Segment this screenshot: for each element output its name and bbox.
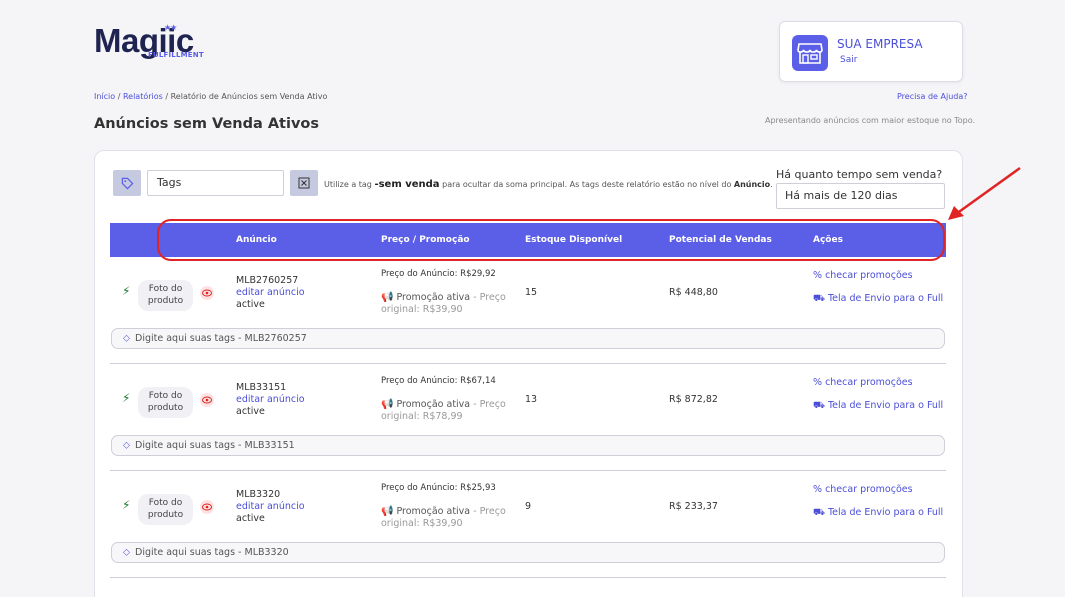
listing-status: active xyxy=(236,406,265,417)
highlight-annotation xyxy=(157,219,945,261)
tag-icon xyxy=(121,177,133,189)
breadcrumb-current: Relatório de Anúncios sem Venda Ativo xyxy=(170,92,328,101)
listing-sku: MLB2760257 xyxy=(236,275,299,286)
listing-tags-input[interactable]: ⬦ Digite aqui suas tags - MLB2760257 xyxy=(111,328,945,349)
edit-listing-link[interactable]: editar anúncio xyxy=(236,287,305,298)
tag-icon: ⬦ xyxy=(123,333,130,344)
company-name: SUA EMPRESA xyxy=(837,37,923,51)
megaphone-icon: 📢 xyxy=(381,506,394,517)
page-title: Anúncios sem Venda Ativos xyxy=(94,116,319,132)
promo-label: Promoção ativa xyxy=(396,399,471,410)
potential-value: R$ 233,37 xyxy=(669,501,718,512)
eye-icon[interactable] xyxy=(200,393,214,407)
percent-icon: % xyxy=(813,484,823,495)
listing-tags-input[interactable]: ⬦ Digite aqui suas tags - MLB3320 xyxy=(111,542,945,563)
tag-filter-button[interactable] xyxy=(113,170,141,196)
promo-info: 📢 Promoção ativa - Preço original: R$78,… xyxy=(381,399,511,423)
truck-icon: ⛟ xyxy=(813,400,825,411)
listing-price: Preço do Anúncio: R$29,92 xyxy=(381,269,496,279)
tag-hint: Utilize a tag -sem venda para ocultar da… xyxy=(324,179,773,190)
store-icon xyxy=(792,35,828,71)
potential-value: R$ 448,80 xyxy=(669,287,718,298)
listing-tags-input[interactable]: ⬦ Digite aqui suas tags - MLB33151 xyxy=(111,435,945,456)
truck-icon: ⛟ xyxy=(813,293,825,304)
bolt-icon: ⚡ xyxy=(122,284,131,298)
promo-label: Promoção ativa xyxy=(396,506,471,517)
page-subtitle: Apresentando anúncios com maior estoque … xyxy=(765,116,976,125)
potential-value: R$ 872,82 xyxy=(669,394,718,405)
row-divider xyxy=(110,577,946,578)
breadcrumb-reports[interactable]: Relatórios xyxy=(123,92,163,101)
breadcrumb-home[interactable]: Início xyxy=(94,92,115,101)
listing-status: active xyxy=(236,299,265,310)
time-filter-select[interactable]: Há mais de 120 dias xyxy=(776,183,945,209)
table-row: ⚡ Foto do produto MLB2760257 editar anún… xyxy=(110,257,946,364)
truck-icon: ⛟ xyxy=(813,507,825,518)
logout-link[interactable]: Sair xyxy=(840,55,857,65)
time-filter-label: Há quanto tempo sem venda? xyxy=(776,168,943,181)
edit-listing-link[interactable]: editar anúncio xyxy=(236,394,305,405)
listing-price: Preço do Anúncio: R$67,14 xyxy=(381,376,496,386)
clear-tags-button[interactable] xyxy=(290,170,318,196)
listing-sku: MLB3320 xyxy=(236,489,281,500)
arrow-annotation-icon xyxy=(948,166,1021,220)
stock-value: 9 xyxy=(525,501,532,512)
stock-value: 13 xyxy=(525,394,538,405)
product-photo[interactable]: Foto do produto xyxy=(138,494,193,525)
product-photo[interactable]: Foto do produto xyxy=(138,280,193,311)
check-promotions-link[interactable]: % checar promoções xyxy=(813,377,913,388)
table-row: ⚡ Foto do produto MLB33151 editar anúnci… xyxy=(110,364,946,471)
breadcrumb: Início / Relatórios / Relatório de Anúnc… xyxy=(94,92,328,101)
table-row: ⚡ Foto do produto MLB3320 editar anúncio… xyxy=(110,471,946,578)
promo-label: Promoção ativa xyxy=(396,292,471,303)
listing-status: active xyxy=(236,513,265,524)
tags-input[interactable]: Tags xyxy=(147,170,284,196)
bolt-icon: ⚡ xyxy=(122,498,131,512)
product-photo[interactable]: Foto do produto xyxy=(138,387,193,418)
percent-icon: % xyxy=(813,377,823,388)
eye-icon[interactable] xyxy=(200,286,214,300)
close-icon xyxy=(298,177,310,189)
bolt-icon: ⚡ xyxy=(122,391,131,405)
promo-info: 📢 Promoção ativa - Preço original: R$39,… xyxy=(381,506,511,530)
megaphone-icon: 📢 xyxy=(381,399,394,410)
help-link[interactable]: Precisa de Ajuda? xyxy=(897,92,968,101)
company-card[interactable]: SUA EMPRESA Sair xyxy=(779,21,963,82)
send-to-full-link[interactable]: ⛟ Tela de Envio para o Full xyxy=(813,293,943,305)
eye-icon[interactable] xyxy=(200,500,214,514)
send-to-full-link[interactable]: ⛟ Tela de Envio para o Full xyxy=(813,507,943,519)
check-promotions-link[interactable]: % checar promoções xyxy=(813,484,913,495)
listing-sku: MLB33151 xyxy=(236,382,287,393)
listing-price: Preço do Anúncio: R$25,93 xyxy=(381,483,496,493)
edit-listing-link[interactable]: editar anúncio xyxy=(236,501,305,512)
logo-stars-icon: ★★ xyxy=(164,23,177,32)
send-to-full-link[interactable]: ⛟ Tela de Envio para o Full xyxy=(813,400,943,412)
stock-value: 15 xyxy=(525,287,538,298)
megaphone-icon: 📢 xyxy=(381,292,394,303)
percent-icon: % xyxy=(813,270,823,281)
brand-sub: FULFILLMENT xyxy=(148,51,204,59)
check-promotions-link[interactable]: % checar promoções xyxy=(813,270,913,281)
tag-icon: ⬦ xyxy=(123,547,130,558)
tag-icon: ⬦ xyxy=(123,440,130,451)
promo-info: 📢 Promoção ativa - Preço original: R$39,… xyxy=(381,292,511,316)
